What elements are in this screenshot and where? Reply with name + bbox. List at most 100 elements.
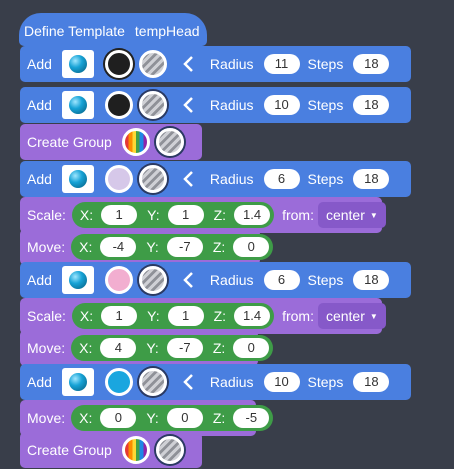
origin-value: center <box>325 207 365 223</box>
add-label: Add <box>27 171 52 187</box>
color-swatch-lavender[interactable] <box>104 165 133 193</box>
y-label: Y: <box>146 239 159 255</box>
create-group-block[interactable]: Create Group <box>20 432 202 468</box>
collapse-chevron-icon[interactable] <box>179 169 199 189</box>
radius-label: Radius <box>209 97 254 113</box>
template-name: tempHead <box>134 23 200 39</box>
color-swatch-black[interactable] <box>104 50 133 78</box>
hole-toggle-icon[interactable] <box>138 368 167 396</box>
color-swatch-black[interactable] <box>104 91 133 119</box>
xyz-vector-input: X: 1 Y: 1 Z: 1.4 <box>71 303 275 329</box>
dropdown-caret-icon: ▼ <box>369 210 378 220</box>
xyz-vector-input: X: 1 Y: 1 Z: 1.4 <box>71 202 275 228</box>
z-label: Z: <box>213 308 227 324</box>
steps-label: Steps <box>307 97 344 113</box>
radius-input[interactable]: 10 <box>263 95 300 115</box>
color-swatch-pink[interactable] <box>104 266 133 294</box>
y-input[interactable]: 1 <box>167 205 204 225</box>
hole-toggle-icon[interactable] <box>138 50 167 78</box>
z-input[interactable]: 0 <box>233 338 270 358</box>
collapse-chevron-icon[interactable] <box>179 54 199 74</box>
add-label: Add <box>27 97 52 113</box>
move-block[interactable]: Move: X: 4 Y: -7 Z: 0 <box>20 330 274 366</box>
radius-input[interactable]: 10 <box>263 372 300 392</box>
steps-label: Steps <box>307 171 344 187</box>
origin-dropdown[interactable]: center ▼ <box>317 202 386 228</box>
create-group-block[interactable]: Create Group <box>20 124 202 160</box>
create-group-label: Create Group <box>27 442 112 458</box>
sphere-shape-icon[interactable] <box>61 91 94 119</box>
sphere-shape-icon[interactable] <box>61 165 94 193</box>
sphere-shape-icon[interactable] <box>61 368 94 396</box>
z-input[interactable]: 1.4 <box>234 306 271 326</box>
z-label: Z: <box>213 207 227 223</box>
steps-input[interactable]: 18 <box>353 54 390 74</box>
x-input[interactable]: -4 <box>100 237 137 257</box>
radius-input[interactable]: 11 <box>263 54 300 74</box>
scale-label: Scale: <box>27 207 66 223</box>
steps-input[interactable]: 18 <box>353 169 390 189</box>
dropdown-caret-icon: ▼ <box>369 311 378 321</box>
x-label: X: <box>79 239 93 255</box>
hole-toggle-icon[interactable] <box>155 436 184 464</box>
x-input[interactable]: 1 <box>101 205 138 225</box>
hole-toggle-icon[interactable] <box>138 266 167 294</box>
radius-label: Radius <box>209 272 254 288</box>
radius-label: Radius <box>209 171 254 187</box>
add-shape-block[interactable]: Add Radius 10 Steps 18 <box>20 364 411 400</box>
y-input[interactable]: 0 <box>166 408 203 428</box>
x-label: X: <box>79 207 94 223</box>
steps-input[interactable]: 18 <box>353 270 390 290</box>
add-shape-block[interactable]: Add Radius 6 Steps 18 <box>20 262 411 298</box>
x-input[interactable]: 0 <box>100 408 137 428</box>
multicolor-swatch-icon[interactable] <box>121 436 150 464</box>
move-block[interactable]: Move: X: 0 Y: 0 Z: -5 <box>20 400 274 436</box>
hole-toggle-icon[interactable] <box>138 91 167 119</box>
z-label: Z: <box>212 410 226 426</box>
scale-label: Scale: <box>27 308 66 324</box>
z-input[interactable]: 0 <box>233 237 270 257</box>
y-label: Y: <box>146 410 159 426</box>
radius-input[interactable]: 6 <box>263 169 300 189</box>
add-shape-block[interactable]: Add Radius 6 Steps 18 <box>20 161 411 197</box>
origin-dropdown[interactable]: center ▼ <box>317 303 386 329</box>
add-shape-block[interactable]: Add Radius 10 Steps 18 <box>20 87 411 123</box>
from-label: from: <box>282 207 314 223</box>
x-label: X: <box>79 410 93 426</box>
create-group-label: Create Group <box>27 134 112 150</box>
radius-input[interactable]: 6 <box>263 270 300 290</box>
y-label: Y: <box>147 308 160 324</box>
from-label: from: <box>282 308 314 324</box>
y-label: Y: <box>147 207 160 223</box>
y-input[interactable]: -7 <box>166 338 203 358</box>
x-input[interactable]: 4 <box>100 338 137 358</box>
steps-label: Steps <box>307 272 344 288</box>
define-template-block[interactable]: Define Template tempHead <box>19 13 207 46</box>
y-label: Y: <box>146 340 159 356</box>
hole-toggle-icon[interactable] <box>138 165 167 193</box>
move-block[interactable]: Move: X: -4 Y: -7 Z: 0 <box>20 229 274 265</box>
add-label: Add <box>27 56 52 72</box>
steps-input[interactable]: 18 <box>353 95 390 115</box>
z-input[interactable]: 1.4 <box>234 205 271 225</box>
add-label: Add <box>27 272 52 288</box>
collapse-chevron-icon[interactable] <box>179 95 199 115</box>
add-shape-block[interactable]: Add Radius 11 Steps 18 <box>20 46 411 82</box>
steps-input[interactable]: 18 <box>353 372 390 392</box>
sphere-shape-icon[interactable] <box>61 50 94 78</box>
define-template-label: Define Template <box>24 23 125 39</box>
y-input[interactable]: -7 <box>166 237 203 257</box>
color-swatch-blue[interactable] <box>104 368 133 396</box>
scale-block[interactable]: Scale: X: 1 Y: 1 Z: 1.4 from: center ▼ <box>20 298 386 334</box>
z-label: Z: <box>212 239 226 255</box>
x-input[interactable]: 1 <box>101 306 138 326</box>
collapse-chevron-icon[interactable] <box>179 372 199 392</box>
scale-block[interactable]: Scale: X: 1 Y: 1 Z: 1.4 from: center ▼ <box>20 197 386 233</box>
multicolor-swatch-icon[interactable] <box>121 128 150 156</box>
z-input[interactable]: -5 <box>233 408 270 428</box>
collapse-chevron-icon[interactable] <box>179 270 199 290</box>
xyz-vector-input: X: 0 Y: 0 Z: -5 <box>71 405 274 431</box>
y-input[interactable]: 1 <box>167 306 204 326</box>
sphere-shape-icon[interactable] <box>61 266 94 294</box>
hole-toggle-icon[interactable] <box>155 128 184 156</box>
